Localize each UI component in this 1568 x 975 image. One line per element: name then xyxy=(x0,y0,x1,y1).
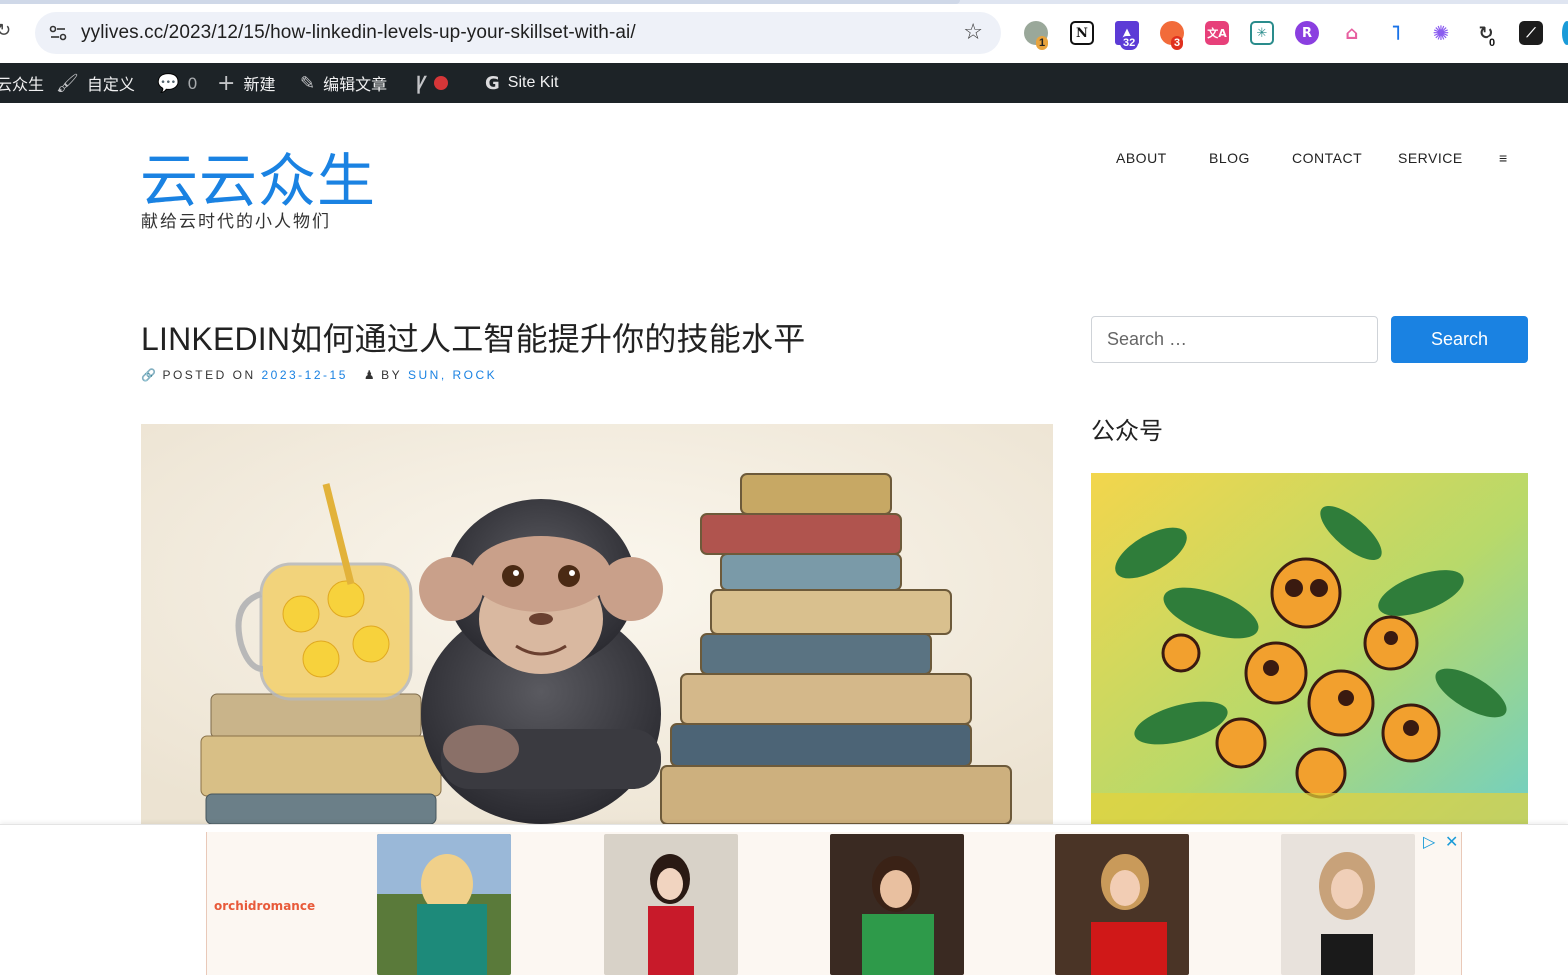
plus-icon: + xyxy=(217,70,236,96)
nav-menu-icon[interactable]: ≡ xyxy=(1499,150,1508,166)
adchoices-icon[interactable]: ▷ xyxy=(1423,832,1435,851)
url-text[interactable]: yylives.cc/2023/12/15/how-linkedin-level… xyxy=(81,22,636,44)
yoast-icon: Ꝩ xyxy=(416,73,427,94)
post-date-link[interactable]: 2023-12-15 xyxy=(261,368,347,382)
site-title[interactable]: 云云众生 xyxy=(140,134,376,218)
ad-photo-4[interactable] xyxy=(1055,834,1189,975)
adminbar-site-name[interactable]: 云众生 xyxy=(0,63,44,103)
active-tab-edge[interactable] xyxy=(0,0,960,4)
ad-photo-5[interactable] xyxy=(1281,834,1415,975)
ad-photo-3-image xyxy=(830,834,964,975)
adminbar-edit-post[interactable]: ✎ 编辑文章 xyxy=(300,63,387,103)
ad-photo-1-image xyxy=(377,834,511,975)
adminbar-new[interactable]: + 新建 xyxy=(217,63,275,103)
purple-circle-icon[interactable]: R xyxy=(1295,21,1319,45)
ad-photo-2-image xyxy=(604,834,738,975)
edit-post-label: 编辑文章 xyxy=(323,75,388,94)
ext-badge: 3 xyxy=(1171,36,1184,50)
reload-icon[interactable]: ↻ xyxy=(0,20,12,44)
blue-mark-icon[interactable]: ˥ xyxy=(1384,21,1408,45)
adminbar-customize[interactable]: 🖌 自定义 xyxy=(56,63,135,103)
nav-contact[interactable]: CONTACT xyxy=(1292,150,1362,166)
customize-label: 自定义 xyxy=(86,75,135,94)
search-input[interactable] xyxy=(1091,316,1378,363)
translate-icon[interactable]: 文A xyxy=(1205,21,1229,45)
featured-illustration xyxy=(141,424,1053,824)
wechat-image xyxy=(1091,473,1528,824)
ad-photo-4-image xyxy=(1055,834,1189,975)
link-icon: 🔗 xyxy=(141,368,159,382)
site-description: 献给云时代的小人物们 xyxy=(141,212,331,232)
new-label: 新建 xyxy=(243,75,276,94)
ad-brand[interactable]: orchidromance xyxy=(214,899,315,913)
notion-icon[interactable]: N xyxy=(1070,21,1094,45)
wp-admin-bar: 云众生 🖌 自定义 💬 0 + 新建 ✎ 编辑文章 Ꝩ G Site Kit xyxy=(0,63,1568,103)
adminbar-sitekit[interactable]: G Site Kit xyxy=(485,63,558,103)
adminbar-comments[interactable]: 💬 0 xyxy=(157,63,198,103)
site-info-icon[interactable] xyxy=(47,22,69,44)
ext-badge: 1 xyxy=(1036,36,1049,50)
widget-title: 公众号 xyxy=(1091,417,1163,445)
user-icon: ♟ xyxy=(363,368,378,382)
openai-icon[interactable]: ✺ xyxy=(1429,21,1453,45)
nav-service[interactable]: SERVICE xyxy=(1398,150,1463,166)
adminbar-yoast[interactable]: Ꝩ xyxy=(416,63,449,103)
post-title: LINKEDIN如何通过人工智能提升你的技能水平 xyxy=(141,321,806,357)
profile-avatar[interactable] xyxy=(1562,21,1568,45)
ad-photo-2[interactable] xyxy=(604,834,738,975)
ext-badge: 32 xyxy=(1120,36,1139,50)
google-g-icon: G xyxy=(485,72,500,94)
search-button[interactable]: Search xyxy=(1391,316,1528,363)
comment-icon: 💬 xyxy=(157,72,180,94)
seo-status-dot xyxy=(434,76,449,90)
dark-square-icon[interactable]: ⟋ xyxy=(1519,21,1543,45)
tab-strip xyxy=(0,0,1568,4)
ad-photo-3[interactable] xyxy=(830,834,964,975)
address-bar[interactable]: yylives.cc/2023/12/15/how-linkedin-level… xyxy=(35,12,1001,54)
post-meta: 🔗 POSTED ON 2023-12-15 ♟ BY SUN, ROCK xyxy=(141,368,497,382)
posted-on-label: POSTED ON xyxy=(162,368,256,382)
brush-icon: 🖌 xyxy=(56,72,79,94)
pencil-icon: ✎ xyxy=(300,72,316,94)
nexus-icon[interactable]: ✳ xyxy=(1250,21,1274,45)
sitekit-label: Site Kit xyxy=(507,74,559,91)
bookmark-star-icon[interactable]: ☆ xyxy=(963,20,983,45)
ad-close-icon[interactable]: ✕ xyxy=(1445,832,1458,851)
comments-count: 0 xyxy=(187,73,198,93)
browser-toolbar: ↻ yylives.cc/2023/12/15/how-linkedin-lev… xyxy=(0,0,1568,63)
author-link[interactable]: SUN, ROCK xyxy=(408,368,497,382)
ad-photo-5-image xyxy=(1281,834,1415,975)
nav-blog[interactable]: BLOG xyxy=(1209,150,1250,166)
bee-illustration xyxy=(1091,473,1528,824)
ext-badge: 0 xyxy=(1486,36,1499,50)
by-label: BY xyxy=(381,368,403,382)
ad-photo-1[interactable] xyxy=(377,834,511,975)
hanger-icon[interactable]: ⌂ xyxy=(1340,21,1364,45)
featured-image xyxy=(141,424,1053,824)
adminbar-site-label: 云众生 xyxy=(0,75,45,94)
nav-about[interactable]: ABOUT xyxy=(1116,150,1167,166)
